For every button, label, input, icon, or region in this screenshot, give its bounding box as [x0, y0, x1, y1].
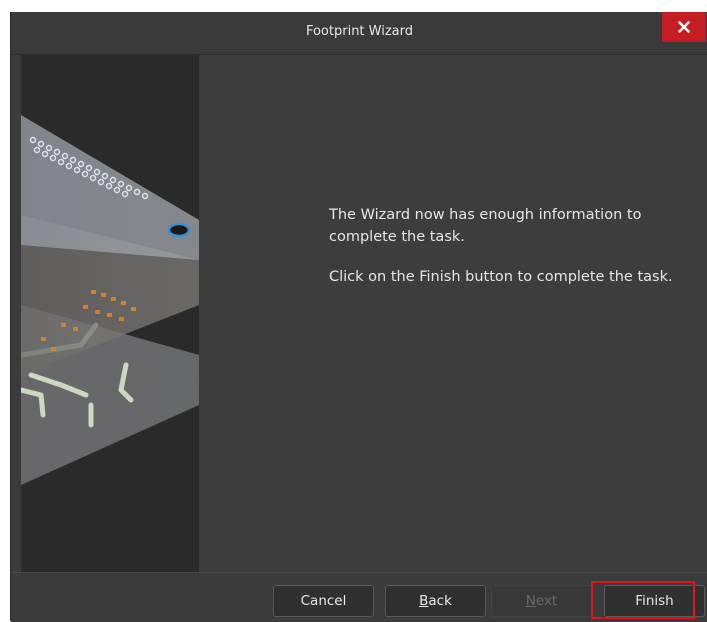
back-button-mnemonic: B: [419, 593, 429, 609]
next-button-mnemonic: N: [525, 593, 536, 609]
finish-button[interactable]: Finish: [604, 585, 705, 617]
window-title: Footprint Wizard: [305, 24, 414, 39]
content-panel: The Wizard now has enough information to…: [200, 55, 707, 572]
finish-button-label: Finish: [635, 593, 674, 609]
next-button[interactable]: Next: [491, 585, 592, 617]
close-button[interactable]: [662, 12, 706, 42]
footprint-wizard-dialog: Footprint Wizard The Wizard now has enou…: [10, 12, 707, 622]
back-button[interactable]: Back: [385, 585, 486, 617]
button-bar: Cancel Back Next Finish: [11, 572, 707, 622]
cancel-button-label: Cancel: [300, 593, 347, 609]
next-button-label: ext: [535, 593, 558, 609]
cancel-button[interactable]: Cancel: [273, 585, 374, 617]
back-button-label: ack: [428, 593, 452, 609]
finish-instruction: Click on the Finish button to complete t…: [329, 269, 673, 285]
completion-message: The Wizard now has enough information to…: [329, 207, 642, 245]
close-icon: [678, 21, 690, 33]
pcb-layers-illustration: [21, 55, 199, 572]
title-bar[interactable]: Footprint Wizard: [11, 12, 707, 55]
